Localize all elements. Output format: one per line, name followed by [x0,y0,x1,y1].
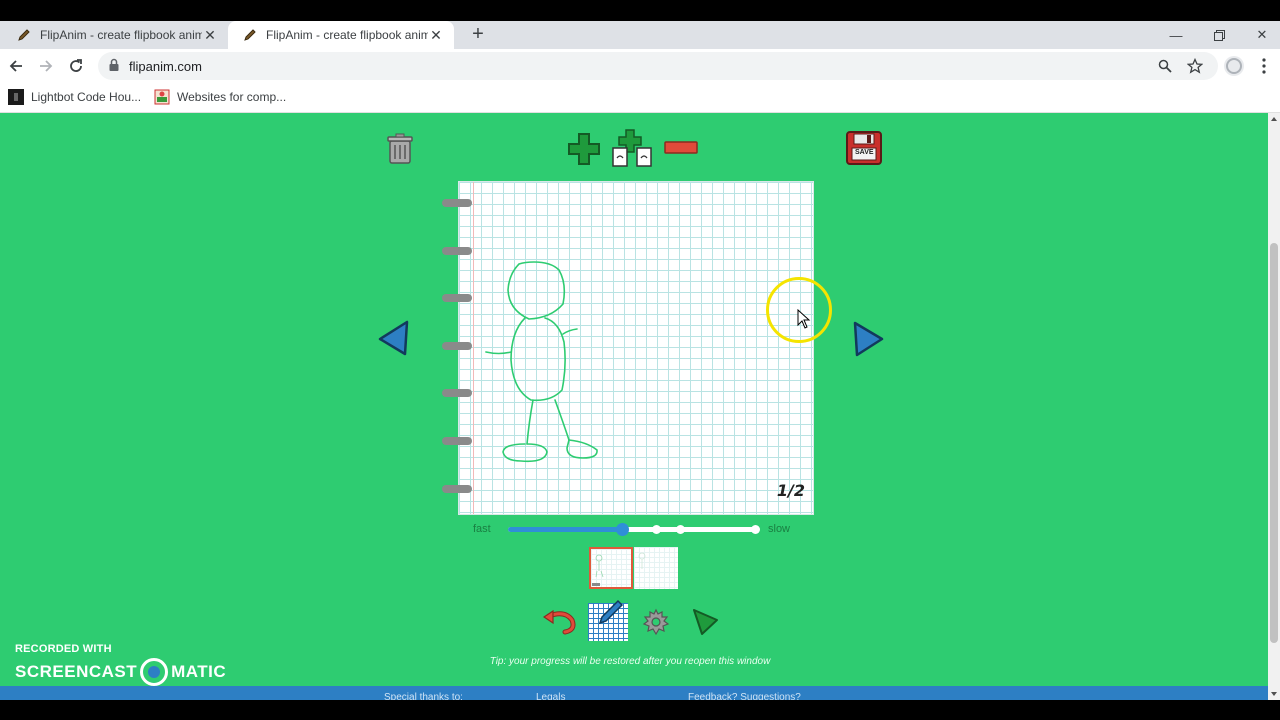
notebook-ring [442,294,472,302]
screen: FlipAnim - create flipbook anima ✕ FlipA… [0,0,1280,720]
speed-slow-label: slow [768,523,791,535]
notebook-ring [442,437,472,445]
tab-flipanim-1[interactable]: FlipAnim - create flipbook anima ✕ [2,21,228,49]
flipanim-page: SAVE 1/2 fast slow Tip: your progress wi… [0,113,1268,686]
progress-tip: Tip: your progress will be restored afte… [489,656,771,667]
notebook-ring [442,485,472,493]
frame-counter: 1/2 [776,481,805,500]
restore-icon[interactable] [1198,21,1240,49]
scrollbar-thumb[interactable] [1270,243,1278,643]
url-text: flipanim.com [129,59,202,74]
lightbot-icon [8,89,24,105]
bookmark-websites[interactable]: Websites for comp... [154,89,286,105]
scroll-down-arrow-icon[interactable] [1271,692,1277,696]
bookmark-image-icon [154,89,170,105]
lock-icon [108,58,120,77]
tab-close-icon[interactable]: ✕ [202,27,218,43]
bookmark-star-icon[interactable] [1183,54,1207,78]
minimize-icon[interactable]: ― [1155,21,1197,49]
menu-kebab-icon[interactable] [1252,54,1276,78]
zoom-icon[interactable] [1153,54,1177,78]
scroll-up-arrow-icon[interactable] [1271,117,1277,121]
add-frame-icon[interactable] [566,131,602,172]
mouse-cursor-icon [797,308,811,334]
footer-link-feedback[interactable]: Feedback? Suggestions? [688,692,801,700]
frame-thumbnail-1[interactable] [589,547,633,589]
back-icon[interactable] [4,54,28,78]
speed-slider-fill [508,527,623,532]
new-tab-button[interactable]: + [466,23,490,47]
remove-frame-icon[interactable] [663,140,699,161]
drawing-canvas[interactable]: 1/2 [458,181,814,515]
frame-thumbnail-2[interactable] [634,547,678,589]
bookmark-lightbot[interactable]: Lightbot Code Hou... [8,89,141,105]
bookmark-label: Websites for comp... [177,90,287,104]
close-window-icon[interactable]: ✕ [1241,21,1280,49]
pencil-favicon-icon [242,27,258,43]
undo-icon[interactable] [542,608,577,641]
page-footer: Special thanks to: Legals Feedback? Sugg… [0,686,1268,700]
speed-slider-knob[interactable] [616,523,630,536]
bookmark-label: Lightbot Code Hou... [31,90,142,104]
speed-slider-tick [676,525,685,534]
notebook-ring [442,342,472,350]
speed-slider-tick [652,525,661,534]
profile-avatar-icon[interactable] [1222,54,1246,78]
footer-link-thanks[interactable]: Special thanks to: [384,692,463,700]
notebook-ring [442,389,472,397]
save-icon-label: SAVE [855,149,874,156]
tab-title: FlipAnim - create flipbook anima [40,28,202,42]
notebook-ring [442,199,472,207]
trash-icon[interactable] [385,133,415,170]
pencil-favicon-icon [16,27,32,43]
tab-title: FlipAnim - create flipbook anima [266,28,428,42]
save-icon[interactable]: SAVE [845,130,883,171]
tab-strip: FlipAnim - create flipbook anima ✕ FlipA… [0,21,1280,49]
speed-slider-tick [751,525,760,534]
tab-close-icon[interactable]: ✕ [428,27,444,43]
watermark-brand-right: MATIC [171,662,227,681]
address-bar[interactable]: flipanim.com [98,52,1218,80]
stick-figure-drawing [485,261,598,463]
duplicate-frame-icon[interactable] [610,128,656,175]
screencast-logo-icon [140,658,169,686]
reload-icon[interactable] [64,54,88,78]
screencast-watermark: RECORDED WITH SCREENCAST MATIC [15,643,226,686]
play-icon[interactable] [690,607,720,642]
footer-link-legals[interactable]: Legals [536,692,565,700]
previous-frame-arrow-icon[interactable] [377,319,411,362]
notebook-ring [442,247,472,255]
tab-flipanim-2[interactable]: FlipAnim - create flipbook anima ✕ [228,21,454,49]
speed-slider[interactable] [508,523,760,536]
settings-gear-icon[interactable] [642,608,670,641]
next-frame-arrow-icon[interactable] [851,320,885,363]
bookmarks-bar: Lightbot Code Hou... Websites for comp..… [0,83,1280,113]
grid-brush-icon[interactable] [588,599,628,641]
page-scrollbar[interactable] [1268,113,1280,700]
watermark-recorded-with: RECORDED WITH [15,643,112,655]
forward-icon[interactable] [34,54,58,78]
browser-toolbar: flipanim.com [0,49,1280,83]
watermark-brand-left: SCREENCAST [15,662,138,681]
speed-fast-label: fast [473,523,491,535]
